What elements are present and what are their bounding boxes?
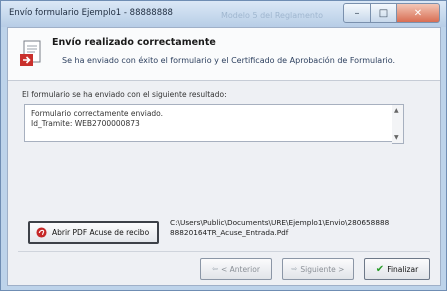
maximize-icon: □	[378, 7, 389, 19]
footer-divider	[18, 251, 430, 252]
checkmark-icon: ✔	[375, 263, 385, 275]
pdf-icon	[36, 227, 47, 238]
result-textarea[interactable]: Formulario correctamente enviado. Id_Tra…	[24, 104, 394, 142]
next-label: Siguiente >	[300, 264, 345, 274]
finish-button[interactable]: ✔ Finalizar	[364, 258, 430, 280]
minimize-button[interactable]: –	[343, 3, 371, 23]
scroll-down-icon[interactable]: ▼	[394, 134, 399, 141]
result-line: Id_Tramite: WEB2700000873	[31, 119, 140, 128]
previous-button[interactable]: ⇦ < Anterior	[200, 258, 272, 280]
dialog-title: Envío realizado correctamente	[52, 37, 216, 48]
maximize-button[interactable]: □	[370, 3, 397, 23]
window-controls: – □ ✕	[343, 3, 440, 23]
pdf-file-path: C:\Users\Public\Documents\URE\Ejemplo1\E…	[170, 218, 432, 238]
window-title-masked: 88888888	[129, 8, 173, 18]
result-scrollbar[interactable]: ▲ ▼	[392, 104, 404, 144]
background-window-text: Modelo 5 del Reglamento	[221, 11, 323, 20]
finish-label: Finalizar	[387, 264, 419, 274]
next-icon: ⇨	[291, 265, 298, 273]
window-title: Envío formulario Ejemplo1 - 88888888	[9, 8, 173, 18]
dialog-client-area: Envío realizado correctamente Se ha envi…	[7, 27, 441, 286]
result-label: El formulario se ha enviado con el sigui…	[22, 90, 227, 99]
close-button[interactable]: ✕	[396, 3, 440, 23]
close-icon: ✕	[413, 7, 423, 19]
pdf-path-line: 88820164TR_Acuse_Entrada.Pdf	[170, 228, 289, 237]
form-sent-icon	[20, 40, 41, 66]
scroll-up-icon[interactable]: ▲	[394, 107, 399, 114]
next-button[interactable]: ⇨ Siguiente >	[282, 258, 354, 280]
pdf-path-line: C:\Users\Public\Documents\URE\Ejemplo1\E…	[170, 218, 390, 227]
dialog-window: Envío formulario Ejemplo1 - 88888888 Mod…	[0, 0, 447, 291]
result-line: Formulario correctamente enviado.	[31, 109, 164, 118]
dialog-subtitle: Se ha enviado con éxito el formulario y …	[62, 56, 396, 65]
minimize-icon: –	[354, 7, 360, 19]
previous-label: < Anterior	[220, 264, 260, 274]
previous-icon: ⇦	[212, 265, 218, 273]
dialog-header: Envío realizado correctamente Se ha envi…	[8, 28, 440, 81]
open-pdf-receipt-button[interactable]: Abrir PDF Acuse de recibo	[28, 221, 159, 244]
open-pdf-label: Abrir PDF Acuse de recibo	[52, 228, 150, 237]
title-bar[interactable]: Envío formulario Ejemplo1 - 88888888 Mod…	[1, 1, 446, 27]
